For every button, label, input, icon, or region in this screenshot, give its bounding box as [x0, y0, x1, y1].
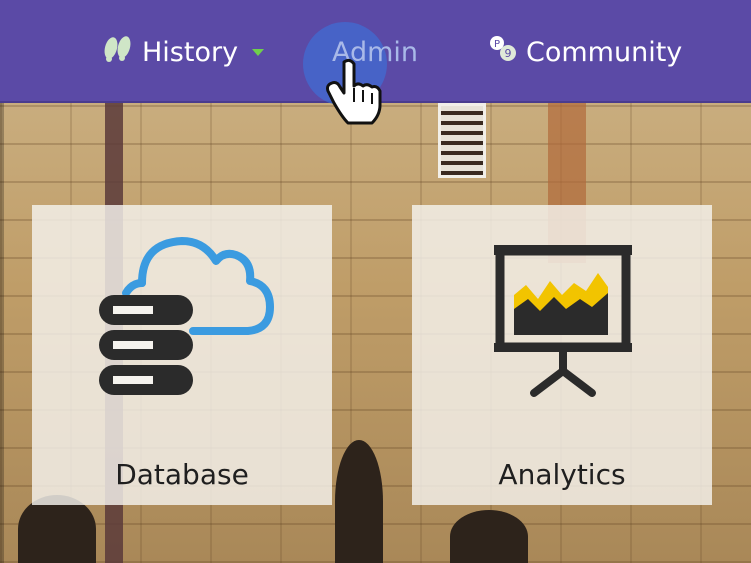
- nav-label-history: History: [142, 36, 239, 68]
- nav-item-community[interactable]: P 9 Community: [488, 30, 682, 74]
- database-card[interactable]: Database: [32, 205, 332, 505]
- footprints-icon: [100, 35, 134, 70]
- analytics-card[interactable]: Analytics: [412, 205, 712, 505]
- database-cloud-icon: [99, 237, 274, 395]
- database-card-label: Database: [115, 458, 249, 491]
- chevron-down-icon: [252, 48, 265, 56]
- nav-label-community: Community: [526, 36, 683, 68]
- hand-cursor-icon: [326, 58, 382, 125]
- background-window: [438, 103, 486, 178]
- background-arch: [335, 440, 383, 563]
- presentation-chart-icon: [494, 245, 632, 397]
- background-arch: [450, 510, 528, 563]
- background-arch: [18, 495, 96, 563]
- people-tags-icon: P 9: [488, 34, 518, 71]
- analytics-card-label: Analytics: [498, 458, 626, 491]
- svg-text:P: P: [494, 39, 500, 50]
- svg-text:9: 9: [505, 47, 512, 60]
- nav-item-history[interactable]: History: [100, 30, 265, 74]
